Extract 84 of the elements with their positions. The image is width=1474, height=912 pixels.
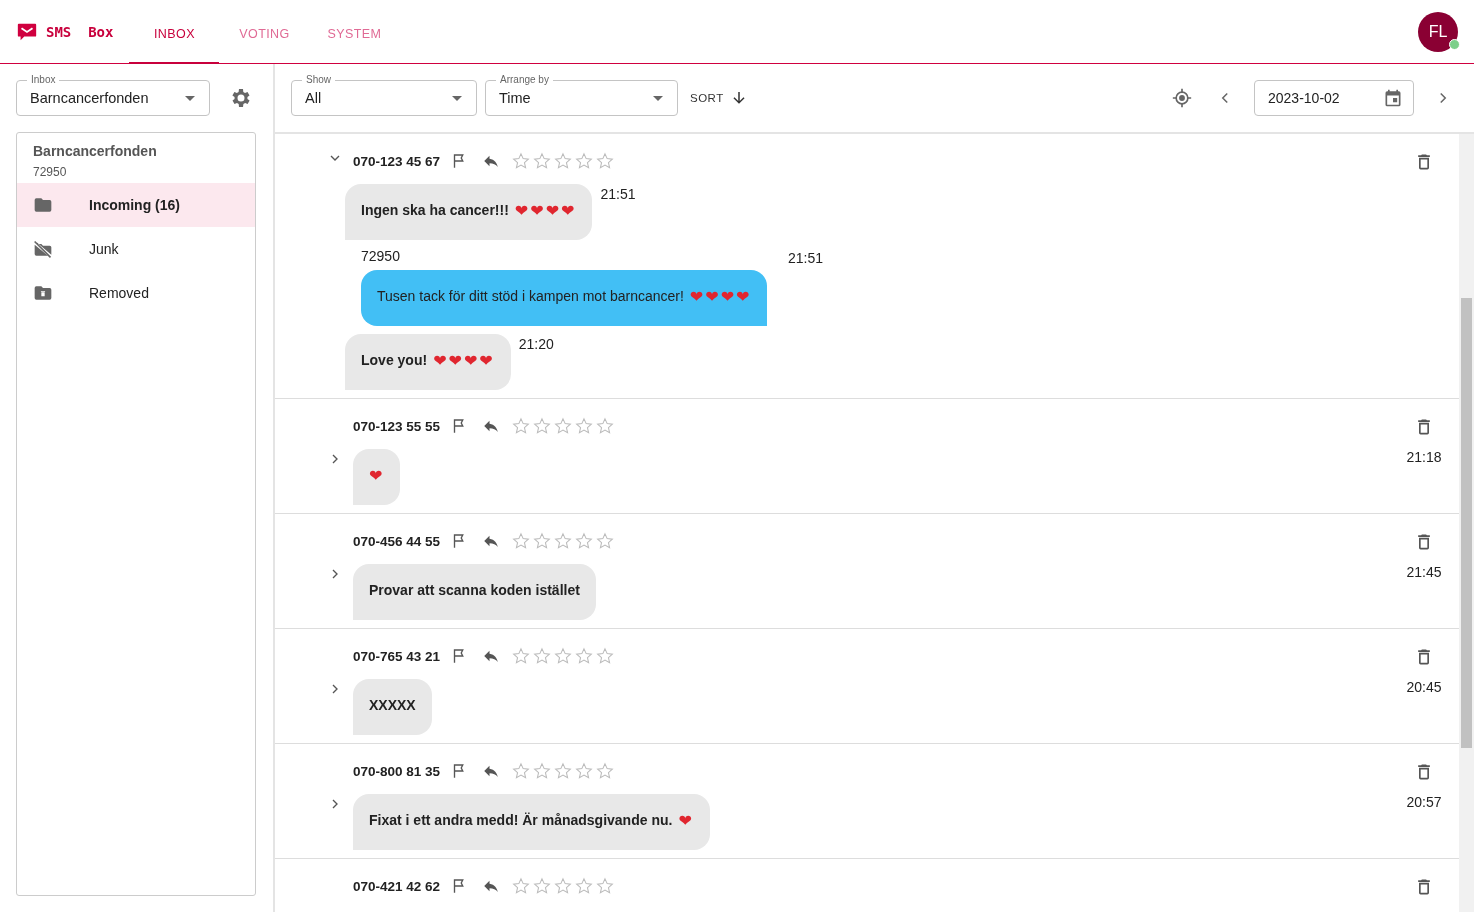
- star-icon: [512, 762, 531, 780]
- star-icon: [575, 762, 594, 780]
- star-icon: [533, 417, 552, 435]
- star-icon: [596, 762, 615, 780]
- star-icon: [554, 877, 573, 895]
- field-value: All: [305, 90, 323, 106]
- star-icon: [575, 152, 594, 170]
- folder-item[interactable]: Junk: [17, 227, 255, 271]
- star-icon: [533, 532, 552, 550]
- date-field[interactable]: 2023-10-02: [1254, 80, 1414, 116]
- phone-number: 070-800 81 35: [353, 763, 441, 779]
- star-icon: [533, 152, 552, 170]
- phone-number: 070-765 43 21: [353, 648, 441, 664]
- message-text: Fixat i ett andra medd! Är månadsgivande nu.: [369, 812, 673, 828]
- heart-emoji: ❤❤❤❤: [514, 200, 577, 220]
- folder-label: Incoming (16): [89, 197, 180, 213]
- account-number: 72950: [32, 164, 68, 181]
- message-time: 21:51: [787, 249, 823, 266]
- message-text: Love you!: [361, 352, 428, 368]
- dropdown-caret-icon: [452, 95, 462, 101]
- star-icon: [596, 152, 615, 170]
- conversation-time: 21:18: [1406, 449, 1442, 465]
- crosshair-icon: [1172, 88, 1192, 108]
- folder-icon: [33, 195, 53, 215]
- app-name: SMS Box: [46, 23, 114, 40]
- star-icon: [596, 417, 615, 435]
- conversation-time: 21:45: [1406, 564, 1442, 580]
- account-name: Barncancerfonden: [32, 143, 158, 159]
- message-text: Tusen tack för ditt stöd i kampen mot barncancer!: [377, 288, 684, 304]
- star-icon: [533, 762, 552, 780]
- star-icon: [554, 532, 573, 550]
- heart-emoji: ❤: [678, 810, 694, 830]
- field-label: Inbox: [27, 74, 60, 85]
- folder-item[interactable]: Incoming (16): [17, 183, 255, 227]
- dropdown-caret-icon: [653, 95, 663, 101]
- folder-item[interactable]: Removed: [17, 271, 255, 315]
- folder-label: Removed: [89, 285, 149, 301]
- star-icon: [596, 532, 615, 550]
- sort-button[interactable]: SORT: [686, 85, 752, 111]
- star-icon: [554, 762, 573, 780]
- phone-number: 070-456 44 55: [353, 533, 441, 549]
- field-label: Arrange by: [496, 74, 553, 85]
- field-value: Time: [499, 90, 532, 106]
- star-icon: [596, 877, 615, 895]
- star-icon: [554, 647, 573, 665]
- field-value: Barncancerfonden: [30, 90, 150, 106]
- phone-number: 070-123 55 55: [353, 418, 441, 434]
- star-icon: [512, 532, 531, 550]
- conversation-time: 20:57: [1406, 794, 1442, 810]
- star-icon: [512, 877, 531, 895]
- phone-number: 070-123 45 67: [353, 153, 441, 169]
- message-text: Provar att scanna koden istället: [369, 582, 580, 598]
- star-icon: [575, 417, 594, 435]
- star-icon: [596, 647, 615, 665]
- star-icon: [575, 877, 594, 895]
- star-icon: [575, 532, 594, 550]
- folder-label: Junk: [89, 241, 119, 257]
- dropdown-caret-icon: [185, 95, 195, 101]
- calendar-icon: [1383, 88, 1403, 108]
- star-icon: [512, 647, 531, 665]
- message-time: 21:20: [518, 335, 554, 352]
- field-label: Show: [302, 74, 335, 85]
- nav-tab[interactable]: INBOX: [129, 0, 220, 64]
- folder-trash-icon: [33, 283, 53, 303]
- star-icon: [554, 152, 573, 170]
- folder-off-icon: [33, 239, 53, 259]
- star-icon: [533, 647, 552, 665]
- heart-emoji: ❤❤❤❤: [433, 350, 495, 370]
- heart-emoji: ❤: [369, 465, 385, 485]
- sender-number: 72950: [361, 248, 400, 266]
- scrollbar[interactable]: [1459, 134, 1474, 912]
- phone-number: 070-421 42 62: [353, 878, 441, 894]
- heart-emoji: ❤❤❤❤: [689, 286, 752, 306]
- message-time: 21:51: [600, 185, 636, 202]
- conversation-time: 20:45: [1406, 679, 1442, 695]
- scrollbar-thumb[interactable]: [1461, 298, 1472, 748]
- star-icon: [512, 417, 531, 435]
- star-icon: [554, 417, 573, 435]
- star-icon: [512, 152, 531, 170]
- message-text: Ingen ska ha cancer!!!: [361, 202, 509, 218]
- user-avatar[interactable]: FL: [1418, 11, 1458, 52]
- message-text: XXXXX: [369, 697, 416, 713]
- star-icon: [533, 877, 552, 895]
- star-icon: [575, 647, 594, 665]
